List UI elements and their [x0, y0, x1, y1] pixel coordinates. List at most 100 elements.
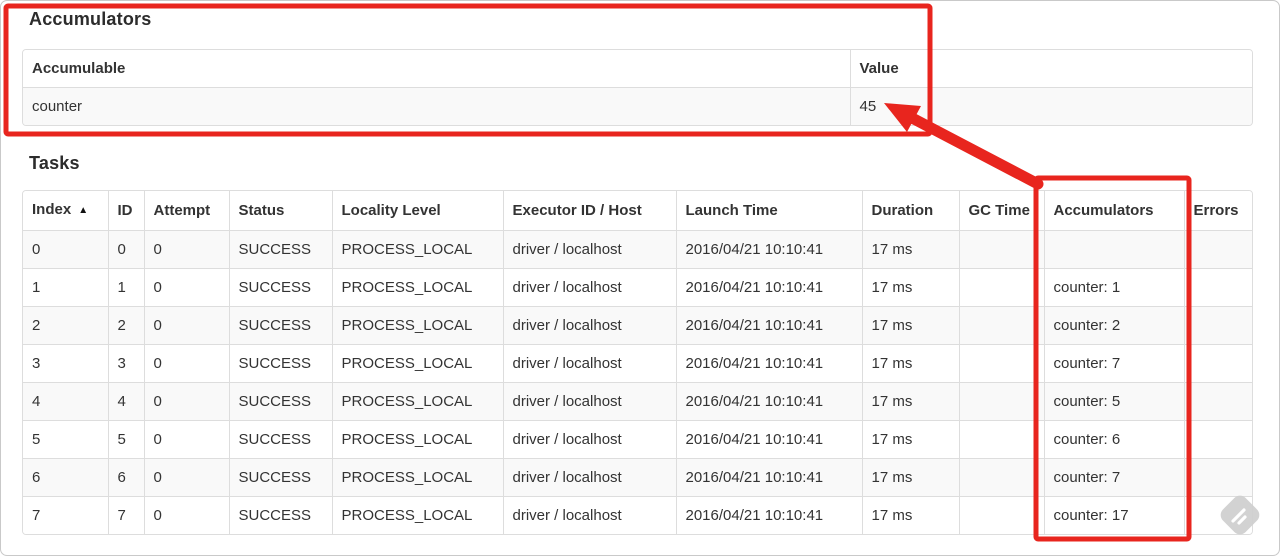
task-row: 2 2 0 SUCCESS PROCESS_LOCAL driver / loc… [23, 306, 1252, 345]
cell-locality-level: PROCESS_LOCAL [331, 382, 503, 421]
cell-executor-id-host: driver / localhost [502, 420, 676, 459]
cell-id: 6 [107, 458, 144, 497]
accumulators-table: Accumulable Value counter 45 [22, 49, 1253, 126]
cell-attempt: 0 [143, 420, 229, 459]
task-row: 0 0 0 SUCCESS PROCESS_LOCAL driver / loc… [23, 230, 1252, 269]
col-header-accumulable: Accumulable [23, 50, 850, 88]
col-header-value: Value [849, 50, 1252, 88]
cell-errors [1183, 458, 1252, 497]
cell-index: 4 [32, 393, 41, 410]
cell-id: 5 [107, 420, 144, 459]
cell-duration: 17 ms [861, 458, 959, 497]
cell-accumulable-name: counter [32, 98, 83, 115]
col-header-id[interactable]: ID [107, 191, 144, 231]
cell-index: 6 [32, 469, 41, 486]
cell-errors [1183, 420, 1252, 459]
tasks-header-row: Index ▲ ID Attempt Status Locality Level … [23, 191, 1252, 231]
cell-executor-id-host: driver / localhost [502, 496, 676, 534]
cell-duration: 17 ms [861, 306, 959, 345]
cell-locality-level: PROCESS_LOCAL [331, 306, 503, 345]
col-header-executor-id-host[interactable]: Executor ID / Host [502, 191, 676, 231]
cell-index: 5 [32, 431, 41, 448]
task-row: 4 4 0 SUCCESS PROCESS_LOCAL driver / loc… [23, 382, 1252, 421]
annotation-arrow-shaft [908, 113, 1044, 190]
cell-id: 2 [107, 306, 144, 345]
cell-duration: 17 ms [861, 344, 959, 383]
task-row: 7 7 0 SUCCESS PROCESS_LOCAL driver / loc… [23, 496, 1252, 534]
cell-index: 2 [32, 317, 41, 334]
tasks-table: Index ▲ ID Attempt Status Locality Level … [22, 190, 1253, 535]
cell-status: SUCCESS [228, 420, 332, 459]
cell-launch-time: 2016/04/21 10:10:41 [675, 268, 862, 307]
cell-index: 0 [32, 241, 41, 258]
cell-id: 1 [107, 268, 144, 307]
cell-duration: 17 ms [861, 268, 959, 307]
cell-duration: 17 ms [861, 230, 959, 269]
cell-gc-time [958, 382, 1044, 421]
cell-duration: 17 ms [861, 420, 959, 459]
cell-errors [1183, 230, 1252, 269]
cell-attempt: 0 [143, 344, 229, 383]
cell-locality-level: PROCESS_LOCAL [331, 458, 503, 497]
col-header-attempt[interactable]: Attempt [143, 191, 229, 231]
cell-accumulators: counter: 6 [1043, 420, 1184, 459]
cell-locality-level: PROCESS_LOCAL [331, 268, 503, 307]
cell-executor-id-host: driver / localhost [502, 306, 676, 345]
cell-attempt: 0 [143, 382, 229, 421]
cell-launch-time: 2016/04/21 10:10:41 [675, 344, 862, 383]
cell-launch-time: 2016/04/21 10:10:41 [675, 230, 862, 269]
cell-index: 7 [32, 507, 41, 524]
cell-accumulators: counter: 2 [1043, 306, 1184, 345]
cell-errors [1183, 344, 1252, 383]
sort-ascending-icon[interactable]: ▲ [78, 205, 88, 216]
cell-status: SUCCESS [228, 496, 332, 534]
cell-locality-level: PROCESS_LOCAL [331, 230, 503, 269]
col-header-index[interactable]: Index ▲ [23, 191, 108, 231]
spark-stage-page: Accumulators Accumulable Value counter 4… [0, 0, 1280, 556]
cell-status: SUCCESS [228, 382, 332, 421]
cell-errors [1183, 382, 1252, 421]
cell-status: SUCCESS [228, 268, 332, 307]
col-header-errors[interactable]: Errors [1183, 191, 1252, 231]
task-row: 1 1 0 SUCCESS PROCESS_LOCAL driver / loc… [23, 268, 1252, 307]
cell-gc-time [958, 458, 1044, 497]
col-header-gc-time[interactable]: GC Time [958, 191, 1044, 231]
screenshot-tool-watermark-icon [1220, 495, 1260, 535]
cell-accumulators: counter: 5 [1043, 382, 1184, 421]
cell-duration: 17 ms [861, 382, 959, 421]
cell-index: 1 [32, 279, 41, 296]
col-header-duration[interactable]: Duration [861, 191, 959, 231]
cell-gc-time [958, 306, 1044, 345]
cell-gc-time [958, 344, 1044, 383]
cell-locality-level: PROCESS_LOCAL [331, 344, 503, 383]
cell-launch-time: 2016/04/21 10:10:41 [675, 420, 862, 459]
cell-attempt: 0 [143, 306, 229, 345]
cell-attempt: 0 [143, 458, 229, 497]
cell-gc-time [958, 230, 1044, 269]
cell-launch-time: 2016/04/21 10:10:41 [675, 496, 862, 534]
task-row: 5 5 0 SUCCESS PROCESS_LOCAL driver / loc… [23, 420, 1252, 459]
accumulator-row: counter 45 [23, 87, 1252, 125]
accumulators-section-title: Accumulators [29, 9, 152, 29]
cell-errors [1183, 306, 1252, 345]
cell-id: 4 [107, 382, 144, 421]
task-row: 6 6 0 SUCCESS PROCESS_LOCAL driver / loc… [23, 458, 1252, 497]
col-header-status[interactable]: Status [228, 191, 332, 231]
cell-launch-time: 2016/04/21 10:10:41 [675, 382, 862, 421]
cell-id: 0 [107, 230, 144, 269]
cell-attempt: 0 [143, 496, 229, 534]
cell-attempt: 0 [143, 268, 229, 307]
task-row: 3 3 0 SUCCESS PROCESS_LOCAL driver / loc… [23, 344, 1252, 383]
cell-index: 3 [32, 355, 41, 372]
cell-executor-id-host: driver / localhost [502, 344, 676, 383]
cell-duration: 17 ms [861, 496, 959, 534]
col-header-accumulators[interactable]: Accumulators [1043, 191, 1184, 231]
cell-status: SUCCESS [228, 344, 332, 383]
cell-gc-time [958, 496, 1044, 534]
col-header-launch-time[interactable]: Launch Time [675, 191, 862, 231]
cell-executor-id-host: driver / localhost [502, 458, 676, 497]
col-header-locality-level[interactable]: Locality Level [331, 191, 503, 231]
cell-accumulable-value: 45 [849, 87, 1252, 125]
accumulators-header-row: Accumulable Value [23, 50, 1252, 88]
tasks-section-title: Tasks [29, 153, 80, 173]
